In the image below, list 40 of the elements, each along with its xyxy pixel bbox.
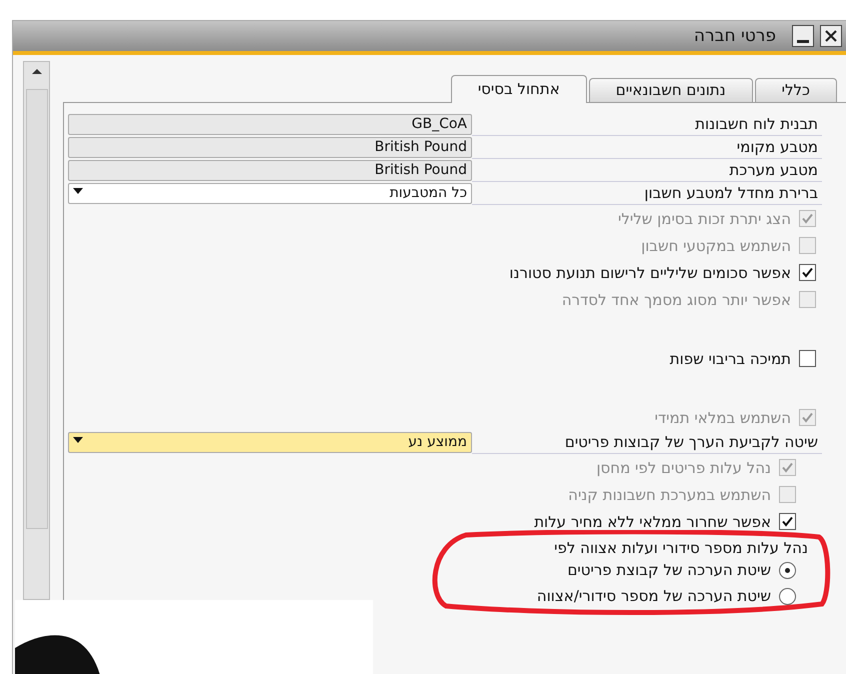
minimize-button[interactable]	[792, 25, 814, 47]
checkbox-label: הצג יתרת זכות בסימן שלילי	[618, 210, 791, 228]
tab[interactable]: אתחול בסיסי	[450, 75, 587, 103]
radio-label: שיטת הערכה של קבוצת פריטים	[567, 561, 771, 579]
field-label: תבנית לוח חשבונות	[472, 113, 822, 136]
checkbox-label: השתמש במערכת חשבונות קניה	[568, 486, 771, 504]
checkbox[interactable]	[799, 264, 816, 281]
dropdown[interactable]: כל המטבעות	[68, 183, 472, 204]
input-field[interactable]: British Pound	[68, 137, 472, 158]
tab[interactable]: כללי	[754, 78, 837, 102]
field-label: מטבע מערכת	[472, 159, 822, 182]
checkbox-label: אפשר סכומים שליליים לרישום תנועת סטורנו	[509, 264, 791, 282]
window-title: פרטי חברה	[694, 26, 776, 46]
radio-label: שיטת הערכה של מספר סידורי/אצווה	[536, 587, 771, 605]
tab[interactable]: נתונים חשבונאיים	[588, 78, 753, 102]
dropdown-arrow-icon	[73, 188, 83, 194]
scrollbar-thumb[interactable]	[26, 89, 48, 529]
radio-button[interactable]	[779, 588, 796, 604]
checkbox-label: תמיכה בריבוי שפות	[670, 350, 791, 368]
field-label: מטבע מקומי	[472, 136, 822, 159]
close-icon	[825, 30, 837, 42]
radio-button[interactable]	[779, 562, 796, 578]
dropdown[interactable]: ממוצע נע	[68, 432, 472, 453]
minimize-icon	[797, 40, 809, 42]
input-field[interactable]: GB_CoA	[68, 114, 472, 135]
field-label: שיטה לקביעת הערך של קבוצות פריטים	[472, 431, 822, 454]
scroll-up-icon[interactable]	[30, 67, 42, 75]
checkbox-label: השתמש במלאי תמידי	[654, 408, 791, 426]
input-field[interactable]: British Pound	[68, 160, 472, 181]
checkbox-label: נהל עלות פריטים לפי מחסן	[596, 458, 771, 476]
field-label: ברירת מחדל למטבע חשבון	[472, 182, 822, 205]
group-label: נהל עלות מספר סידורי ועלות אצווה לפי	[553, 538, 808, 557]
close-button[interactable]	[820, 25, 842, 47]
checkbox-label: אפשר יותר מסוג מסמך אחד לסדרה	[562, 290, 791, 308]
checkbox-label: אפשר שחרור ממלאי ללא מחיר עלות	[534, 512, 771, 530]
scrollbar[interactable]	[23, 61, 50, 600]
checkbox[interactable]	[799, 350, 816, 367]
checkbox-label: השתמש במקטעי חשבון	[641, 236, 791, 254]
checkbox[interactable]	[779, 513, 796, 530]
dropdown-arrow-icon	[73, 437, 83, 443]
